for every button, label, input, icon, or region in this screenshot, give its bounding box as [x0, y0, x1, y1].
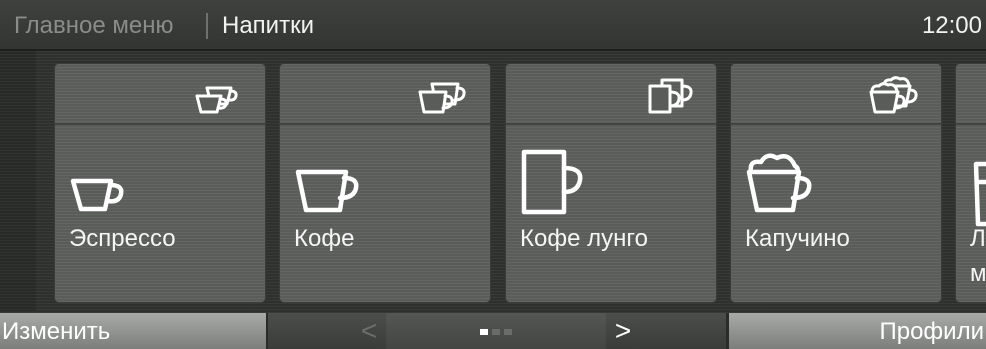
double-lungo-mugs-icon — [648, 78, 693, 114]
beverage-label: Кофе — [294, 225, 355, 252]
page-title: Напитки — [222, 12, 314, 39]
beverage-label-line2: м — [970, 260, 986, 287]
double-cappuccino-cups-icon — [869, 76, 918, 114]
beverage-label: Эспрессо — [69, 225, 176, 252]
edit-button[interactable]: Изменить — [0, 313, 266, 349]
breadcrumb-separator — [206, 13, 208, 39]
footer-bar: Изменить < > Профили — [0, 313, 986, 349]
double-espresso-cups-icon — [195, 86, 238, 114]
double-coffee-cups-icon — [418, 82, 466, 114]
clock: 12:00 — [921, 12, 982, 39]
beverage-tile-latte[interactable]: Ла м — [956, 64, 986, 302]
header-bar: Главное меню Напитки 12:00 — [0, 0, 986, 51]
beverage-tile-espresso[interactable]: Эспрессо — [55, 64, 265, 302]
beverage-tile-lungo[interactable]: Кофе лунго — [506, 64, 716, 302]
beverage-label: Кофе лунго — [520, 225, 648, 252]
previous-page-button[interactable]: < — [354, 313, 384, 349]
double-portion-area[interactable] — [55, 64, 265, 125]
profiles-button[interactable]: Профили — [729, 313, 986, 349]
double-portion-area[interactable] — [280, 64, 490, 125]
page-indicator — [386, 313, 606, 349]
lungo-mug-icon — [521, 149, 583, 215]
coffee-machine-screen: Главное меню Напитки 12:00 Эспрессо Кофе… — [0, 0, 986, 349]
page-dot-active — [480, 329, 488, 335]
beverage-label: Ла — [970, 225, 986, 252]
pager: < > — [268, 313, 726, 349]
beverage-tile-coffee[interactable]: Кофе — [280, 64, 490, 302]
double-portion-area[interactable] — [956, 64, 986, 125]
next-page-button[interactable]: > — [608, 313, 638, 349]
double-portion-area[interactable] — [506, 64, 716, 125]
page-dot — [504, 329, 512, 335]
cappuccino-cup-icon — [746, 153, 812, 213]
beverage-label: Капучино — [745, 225, 850, 252]
breadcrumb-main-menu[interactable]: Главное меню — [14, 0, 173, 51]
page-dot — [492, 329, 500, 335]
double-portion-area[interactable] — [731, 64, 941, 125]
beverage-carousel[interactable]: Эспрессо Кофе Кофе лунго Капучино Л м — [0, 51, 986, 311]
beverage-tile-cappuccino[interactable]: Капучино — [731, 64, 941, 302]
